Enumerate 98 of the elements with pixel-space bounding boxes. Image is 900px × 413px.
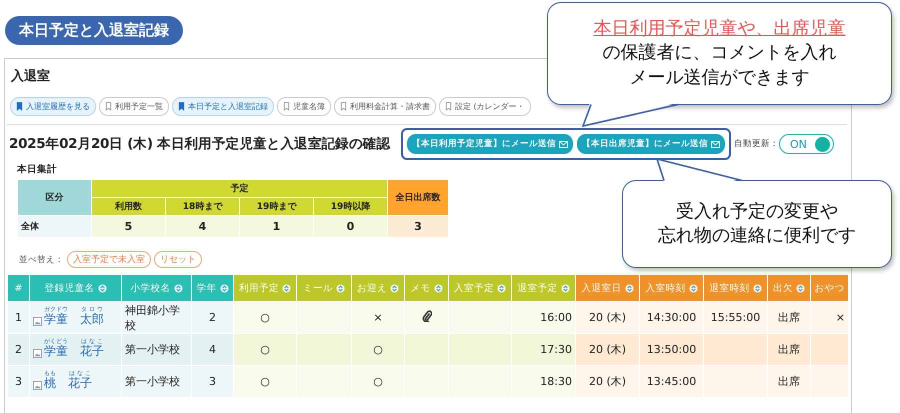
table-cell: 3 <box>388 216 448 238</box>
envelope-icon <box>559 140 568 148</box>
table-cell: 第一小学校 <box>125 375 180 388</box>
column-header[interactable]: 小学校名 <box>122 274 192 302</box>
callout-text: 本日利用予定児童や、出席児童 <box>594 17 846 42</box>
column-header[interactable]: 利用予定 <box>234 274 296 302</box>
table-cell: 13:50:00 <box>646 343 696 356</box>
sort-icon <box>174 284 182 292</box>
header-cell: 利用数 <box>92 198 166 216</box>
table-cell: 5 <box>92 216 166 238</box>
column-header[interactable]: メモ <box>404 274 448 302</box>
table-cell: ○ <box>373 343 383 356</box>
header-cell: 予定 <box>92 180 388 198</box>
column-header: # <box>8 274 30 302</box>
page-title: 本日予定と入退室記録 <box>5 16 183 45</box>
table-cell: × <box>373 311 383 324</box>
sort-icon <box>497 284 506 292</box>
send-mail-button[interactable]: 【本日利用予定児童】にメール送信 <box>407 134 573 154</box>
callout-text: 受入れ予定の変更や <box>676 200 838 224</box>
sort-icon <box>282 284 291 292</box>
header-cell: 全日出席数 <box>388 180 448 216</box>
callout-text: の保護者に、コメントを入れ <box>602 41 836 66</box>
table-cell: 2 <box>15 343 22 356</box>
sort-icon <box>624 284 634 292</box>
table-cell: 20 (木) <box>588 311 626 324</box>
column-header[interactable]: 出欠 <box>768 274 810 302</box>
column-header[interactable]: 退室時刻 <box>704 274 768 302</box>
table-cell: ○ <box>260 343 270 356</box>
table-cell: 4 <box>209 343 216 356</box>
column-header[interactable]: 入室時刻 <box>640 274 704 302</box>
bookmark-icon <box>16 102 23 111</box>
column-header[interactable]: 学年 <box>192 274 234 302</box>
column-header[interactable]: お迎え <box>352 274 404 302</box>
sort-icon <box>752 284 762 292</box>
column-header[interactable]: 退室予定 <box>512 274 576 302</box>
sort-button[interactable]: 入室予定で未入室 <box>67 251 151 268</box>
bookmark-icon <box>340 102 347 111</box>
table-cell: 第一小学校 <box>125 343 180 356</box>
auto-update-toggle[interactable]: ON <box>779 134 834 154</box>
summary-title: 本日集計 <box>16 163 57 177</box>
bookmark-icon <box>178 102 185 111</box>
image-icon <box>33 381 42 390</box>
table-cell: 全体 <box>18 216 92 238</box>
table-cell: ○ <box>260 375 270 388</box>
sort-icon <box>688 284 698 292</box>
table-cell: 20 (木) <box>588 375 626 388</box>
header-cell: 19時以降 <box>314 198 388 216</box>
panel-title: 入退室 <box>10 68 51 86</box>
bookmark-icon <box>105 102 112 111</box>
callout-text: 忘れ物の連絡に便利です <box>658 224 856 248</box>
page-heading: 2025年02月20日 (木) 本日利用予定児童と入退室記録の確認 <box>8 135 392 153</box>
table-cell: ○ <box>373 375 383 388</box>
bookmark-icon <box>283 102 290 111</box>
table-cell: 3 <box>15 375 22 388</box>
table-cell: 13:45:00 <box>646 375 696 388</box>
table-cell: 18:30 <box>540 375 572 388</box>
sort-icon <box>336 284 345 292</box>
table-cell: 14:30:00 <box>646 311 696 324</box>
table-cell: 0 <box>314 216 388 238</box>
callout-text: メール送信ができます <box>630 66 810 90</box>
column-header[interactable]: 入室予定 <box>448 274 512 302</box>
auto-update-label: 自動更新： <box>734 138 779 150</box>
table-cell: × <box>836 311 845 324</box>
send-mail-button[interactable]: 【本日出席児童】にメール送信 <box>577 134 725 154</box>
header-cell: 区分 <box>18 180 92 216</box>
table-cell: 20 (木) <box>588 343 626 356</box>
image-icon <box>33 317 42 326</box>
sort-icon <box>220 284 228 292</box>
column-header[interactable]: 入退室日 <box>576 274 640 302</box>
paperclip-icon <box>422 310 432 322</box>
header-cell: 18時まで <box>166 198 240 216</box>
table-cell: 出席 <box>778 311 800 324</box>
column-header: おやつ <box>810 274 848 302</box>
table-cell: ○ <box>260 311 270 324</box>
table-cell: 出席 <box>778 343 800 356</box>
sort-icon <box>434 284 442 292</box>
table-cell: 17:30 <box>540 343 572 356</box>
column-header[interactable]: 登録児童名 <box>30 274 122 302</box>
sort-label: 並べ替え： <box>19 254 64 266</box>
table-cell: 4 <box>166 216 240 238</box>
table-cell: 出席 <box>778 375 800 388</box>
sort-icon <box>390 284 399 292</box>
sort-icon <box>98 284 106 292</box>
table-cell: 2 <box>209 311 216 324</box>
bookmark-icon <box>445 102 452 111</box>
table-cell: 3 <box>209 375 216 388</box>
image-icon <box>33 349 42 358</box>
table-cell: 1 <box>15 311 22 324</box>
table-cell: 1 <box>240 216 314 238</box>
sort-icon <box>796 284 805 292</box>
table-cell: 16:00 <box>540 311 572 324</box>
envelope-icon <box>711 140 720 148</box>
sort-button[interactable]: リセット <box>154 251 202 268</box>
column-header[interactable]: ミール <box>296 274 352 302</box>
table-cell: 神田錦小学校 <box>125 304 180 332</box>
header-cell: 19時まで <box>240 198 314 216</box>
table-cell: 15:55:00 <box>710 311 760 324</box>
sort-icon <box>560 284 570 292</box>
